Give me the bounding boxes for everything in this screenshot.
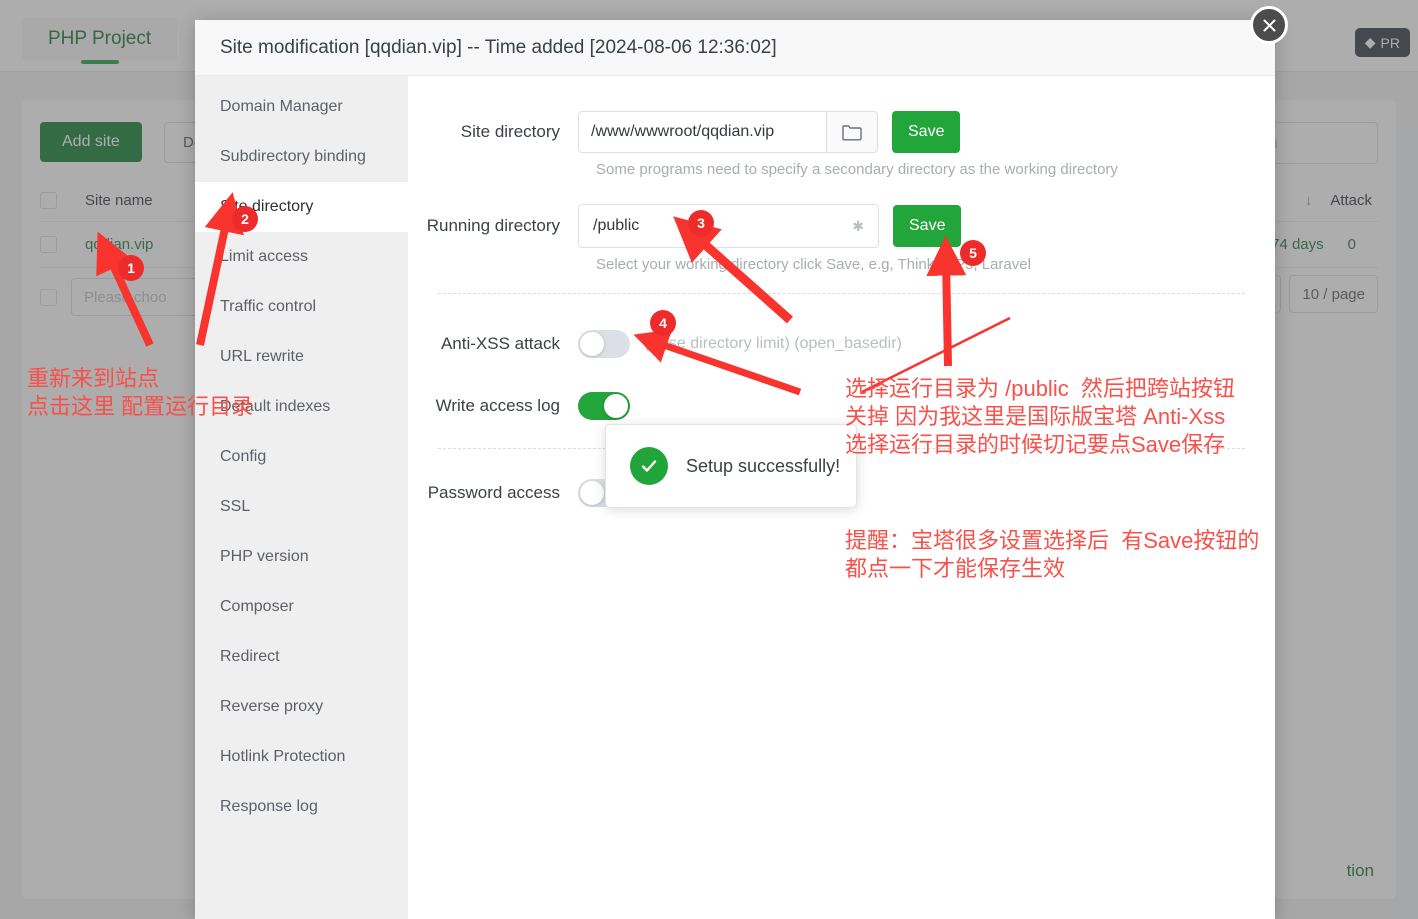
sidebar-item-response-log[interactable]: Response log — [195, 782, 408, 832]
sidebar-item-domain-manager[interactable]: Domain Manager — [195, 82, 408, 132]
anti-xss-label: Anti-XSS attack — [440, 334, 560, 353]
folder-icon[interactable] — [826, 111, 878, 153]
sidebar-item-reverse-proxy[interactable]: Reverse proxy — [195, 682, 408, 732]
toggle-knob — [580, 481, 604, 505]
section-divider — [438, 293, 1245, 294]
write-access-log-row: Write access log — [408, 392, 1275, 420]
save-running-directory-button[interactable]: Save — [893, 205, 962, 247]
running-directory-hint: Select your working directory click Save… — [596, 256, 1031, 273]
anti-xss-hint: (Base directory limit) (open_basedir) — [644, 335, 902, 352]
chevron-down-icon: ✱ — [852, 217, 864, 234]
anti-xss-row: Anti-XSS attack (Base directory limit) (… — [408, 330, 1275, 358]
site-directory-input[interactable]: /www/wwwroot/qqdian.vip — [578, 111, 826, 153]
sidebar-item-traffic-control[interactable]: Traffic control — [195, 282, 408, 332]
toggle-knob — [580, 332, 604, 356]
sidebar-item-redirect[interactable]: Redirect — [195, 632, 408, 682]
toggle-knob — [604, 394, 628, 418]
save-site-directory-button[interactable]: Save — [892, 111, 961, 153]
sidebar-item-config[interactable]: Config — [195, 432, 408, 482]
close-icon[interactable] — [1250, 6, 1288, 44]
write-access-log-toggle[interactable] — [578, 392, 630, 420]
write-access-log-label: Write access log — [435, 396, 560, 415]
sidebar-item-limit-access[interactable]: Limit access — [195, 232, 408, 282]
check-circle-icon — [630, 447, 668, 485]
sidebar-item-subdirectory-binding[interactable]: Subdirectory binding — [195, 132, 408, 182]
success-toast: Setup successfully! — [605, 424, 857, 508]
dialog-sidebar: Domain Manager Subdirectory binding Site… — [195, 76, 408, 919]
sidebar-item-url-rewrite[interactable]: URL rewrite — [195, 332, 408, 382]
sidebar-item-composer[interactable]: Composer — [195, 582, 408, 632]
running-directory-label: Running directory — [426, 216, 560, 235]
sidebar-item-php-version[interactable]: PHP version — [195, 532, 408, 582]
site-directory-label: Site directory — [460, 122, 560, 141]
toast-message: Setup successfully! — [686, 455, 841, 476]
sidebar-item-site-directory[interactable]: Site directory — [195, 182, 408, 232]
running-directory-select[interactable]: /public ✱ — [578, 204, 879, 248]
site-directory-row: Site directory /www/wwwroot/qqdian.vip S… — [408, 111, 1275, 153]
running-directory-group: /public ✱ Save — [578, 204, 962, 248]
sidebar-item-default-indexes[interactable]: Default indexes — [195, 382, 408, 432]
sidebar-item-hotlink-protection[interactable]: Hotlink Protection — [195, 732, 408, 782]
running-directory-row: Running directory /public ✱ Save — [408, 204, 1275, 248]
sidebar-item-ssl[interactable]: SSL — [195, 482, 408, 532]
password-access-label: Password access — [427, 483, 560, 502]
anti-xss-toggle[interactable] — [578, 330, 630, 358]
site-directory-hint: Some programs need to specify a secondar… — [596, 161, 1118, 178]
running-directory-value: /public — [593, 217, 640, 234]
dialog-title: Site modification [qqdian.vip] -- Time a… — [195, 20, 1275, 76]
site-directory-group: /www/wwwroot/qqdian.vip Save — [578, 111, 961, 153]
